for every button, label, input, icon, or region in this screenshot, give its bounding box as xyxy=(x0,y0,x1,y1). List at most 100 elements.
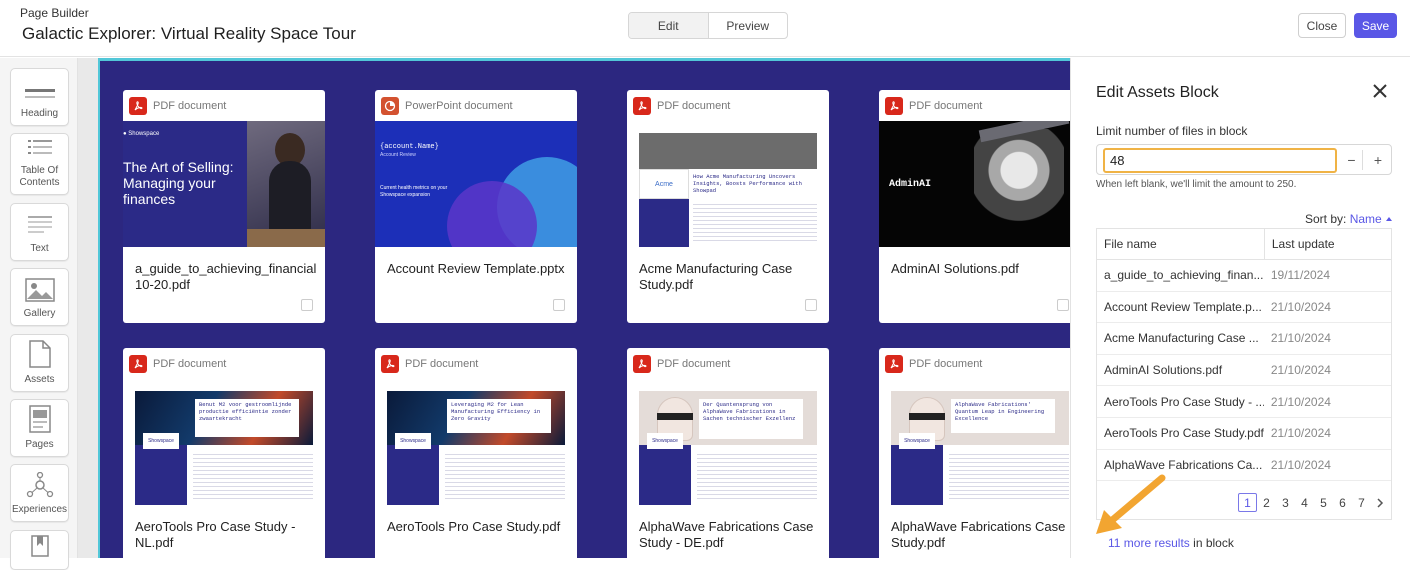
close-button[interactable]: Close xyxy=(1298,13,1346,38)
file-type-label: PDF document xyxy=(153,357,227,370)
thumbnail: ● Showspace The Art of Selling: Managing… xyxy=(123,121,325,247)
file-name: AeroTools Pro Case Study.pdf xyxy=(387,519,561,534)
tool-label: Experiences xyxy=(11,504,68,515)
column-file-name[interactable]: File name xyxy=(1097,229,1264,259)
file-type-label: PDF document xyxy=(153,99,227,112)
thumbnail-title: {account.Name} xyxy=(380,143,439,151)
table-row[interactable]: Acme Manufacturing Case ... 21/10/2024 xyxy=(1097,323,1391,355)
pdf-icon xyxy=(129,354,147,373)
thumbnail-title: Leveraging M2 for Lean Manufacturing Eff… xyxy=(451,401,541,422)
tool-experiences[interactable]: Experiences xyxy=(10,464,69,522)
limit-label: Limit number of files in block xyxy=(1096,124,1248,138)
column-last-update[interactable]: Last update xyxy=(1263,229,1391,259)
preview-tab[interactable]: Preview xyxy=(709,13,788,38)
tool-pages[interactable]: Pages xyxy=(10,399,69,457)
tool-more[interactable] xyxy=(10,530,69,570)
pagination: 1 2 3 4 5 6 7 xyxy=(1238,493,1390,512)
increment-button[interactable]: + xyxy=(1367,150,1389,170)
page-button[interactable]: 3 xyxy=(1276,493,1295,512)
bookmark-icon xyxy=(30,535,49,557)
tool-text[interactable]: Text xyxy=(10,203,69,261)
thumbnail: {account.Name} Account Review Current he… xyxy=(375,121,577,247)
asset-card[interactable]: PDF document Showspace Leveraging M2 for… xyxy=(375,348,577,568)
asset-card[interactable]: PDF document ● Showspace The Art of Sell… xyxy=(123,90,325,323)
pdf-icon xyxy=(633,96,651,115)
asset-card[interactable]: PDF document Showspace Der Quantensprung… xyxy=(627,348,829,568)
asset-card[interactable]: PDF document Showspace Benut M2 voor ges… xyxy=(123,348,325,568)
powerpoint-icon xyxy=(381,96,399,115)
asset-card[interactable]: PDF document AdminAI AdminAI Solutions.p… xyxy=(879,90,1081,323)
limit-stepper: 48 − + xyxy=(1096,144,1392,175)
file-name: Acme Manufacturing Case Study.pdf xyxy=(639,261,793,292)
thumbnail: Showspace Benut M2 voor gestroomlijnde p… xyxy=(123,379,325,505)
annotation-arrow-icon xyxy=(1096,474,1166,534)
tool-label: Pages xyxy=(25,439,54,450)
pages-icon xyxy=(28,405,51,433)
tool-heading[interactable]: Heading xyxy=(10,68,69,126)
file-name: AdminAI Solutions.pdf xyxy=(891,261,1019,276)
select-checkbox[interactable] xyxy=(805,299,817,311)
heading-icon xyxy=(24,89,55,98)
next-page-icon[interactable] xyxy=(1371,493,1390,512)
asset-card[interactable]: PowerPoint document {account.Name} Accou… xyxy=(375,90,577,323)
file-type-label: PDF document xyxy=(909,357,983,370)
sort-control[interactable]: Sort by: Name xyxy=(1305,212,1393,226)
thumbnail: Showspace Der Quantensprung von AlphaWav… xyxy=(627,379,829,505)
file-name: AeroTools Pro Case Study - NL.pdf xyxy=(135,519,296,550)
more-results: 11 more results in block xyxy=(1108,536,1234,550)
thumbnail: Acme How Acme Manufacturing Uncovers Ins… xyxy=(627,121,829,247)
image-icon xyxy=(24,278,55,302)
limit-input[interactable]: 48 xyxy=(1103,148,1337,173)
file-name: a_guide_to_achieving_financial 10-20.pdf xyxy=(135,261,317,292)
asset-card[interactable]: PDF document Acme How Acme Manufacturing… xyxy=(627,90,829,323)
table-row[interactable]: a_guide_to_achieving_finan... 19/11/2024 xyxy=(1097,260,1391,292)
breadcrumb[interactable]: Page Builder xyxy=(20,6,89,20)
select-checkbox[interactable] xyxy=(1057,299,1069,311)
table-row[interactable]: Account Review Template.p... 21/10/2024 xyxy=(1097,292,1391,324)
page-button[interactable]: 6 xyxy=(1333,493,1352,512)
more-results-suffix: in block xyxy=(1189,536,1234,550)
close-icon[interactable] xyxy=(1373,81,1387,104)
pdf-icon xyxy=(129,96,147,115)
file-type-label: PowerPoint document xyxy=(405,99,513,112)
decrement-button[interactable]: − xyxy=(1341,150,1363,170)
text-icon xyxy=(27,216,52,233)
select-checkbox[interactable] xyxy=(553,299,565,311)
tool-label: Gallery xyxy=(23,308,56,319)
edit-tab[interactable]: Edit xyxy=(629,13,709,38)
table-row[interactable]: AeroTools Pro Case Study - ... 21/10/2024 xyxy=(1097,386,1391,418)
thumbnail-title: AlphaWave Fabrications' Quantum Leap in … xyxy=(955,401,1045,422)
page-button[interactable]: 4 xyxy=(1295,493,1314,512)
select-checkbox[interactable] xyxy=(301,299,313,311)
file-name: AlphaWave Fabrications Case Study - DE.p… xyxy=(639,519,814,550)
limit-hint: When left blank, we'll limit the amount … xyxy=(1096,179,1297,190)
thumbnail: Showspace Leveraging M2 for Lean Manufac… xyxy=(375,379,577,505)
tool-table-of-contents[interactable]: Table Of Contents xyxy=(10,133,69,195)
asset-card[interactable]: PDF document Showspace AlphaWave Fabrica… xyxy=(879,348,1081,568)
document-icon xyxy=(28,340,51,368)
sort-value[interactable]: Name xyxy=(1350,212,1382,226)
table-header: File name Last update xyxy=(1097,229,1391,260)
page-button[interactable]: 7 xyxy=(1352,493,1371,512)
panel-title: Edit Assets Block xyxy=(1096,84,1219,101)
save-button[interactable]: Save xyxy=(1354,13,1397,38)
page-button[interactable]: 1 xyxy=(1238,493,1257,512)
tool-label: Text xyxy=(30,243,49,254)
file-name: AlphaWave Fabrications Case Study.pdf xyxy=(891,519,1066,550)
file-type-label: PDF document xyxy=(405,357,479,370)
tool-assets[interactable]: Assets xyxy=(10,334,69,392)
file-type-label: PDF document xyxy=(657,99,731,112)
page-button[interactable]: 5 xyxy=(1314,493,1333,512)
page-title: Galactic Explorer: Virtual Reality Space… xyxy=(22,24,356,43)
table-row[interactable]: AeroTools Pro Case Study.pdf 21/10/2024 xyxy=(1097,418,1391,450)
file-name: Account Review Template.pptx xyxy=(387,261,565,276)
tool-label: Assets xyxy=(24,374,55,385)
page-button[interactable]: 2 xyxy=(1257,493,1276,512)
sort-label: Sort by: xyxy=(1305,212,1347,226)
table-row[interactable]: AdminAI Solutions.pdf 21/10/2024 xyxy=(1097,355,1391,387)
pdf-icon xyxy=(885,96,903,115)
more-results-link[interactable]: 11 more results xyxy=(1108,536,1190,550)
tool-label: Heading xyxy=(20,108,59,119)
tool-gallery[interactable]: Gallery xyxy=(10,268,69,326)
file-type-label: PDF document xyxy=(909,99,983,112)
